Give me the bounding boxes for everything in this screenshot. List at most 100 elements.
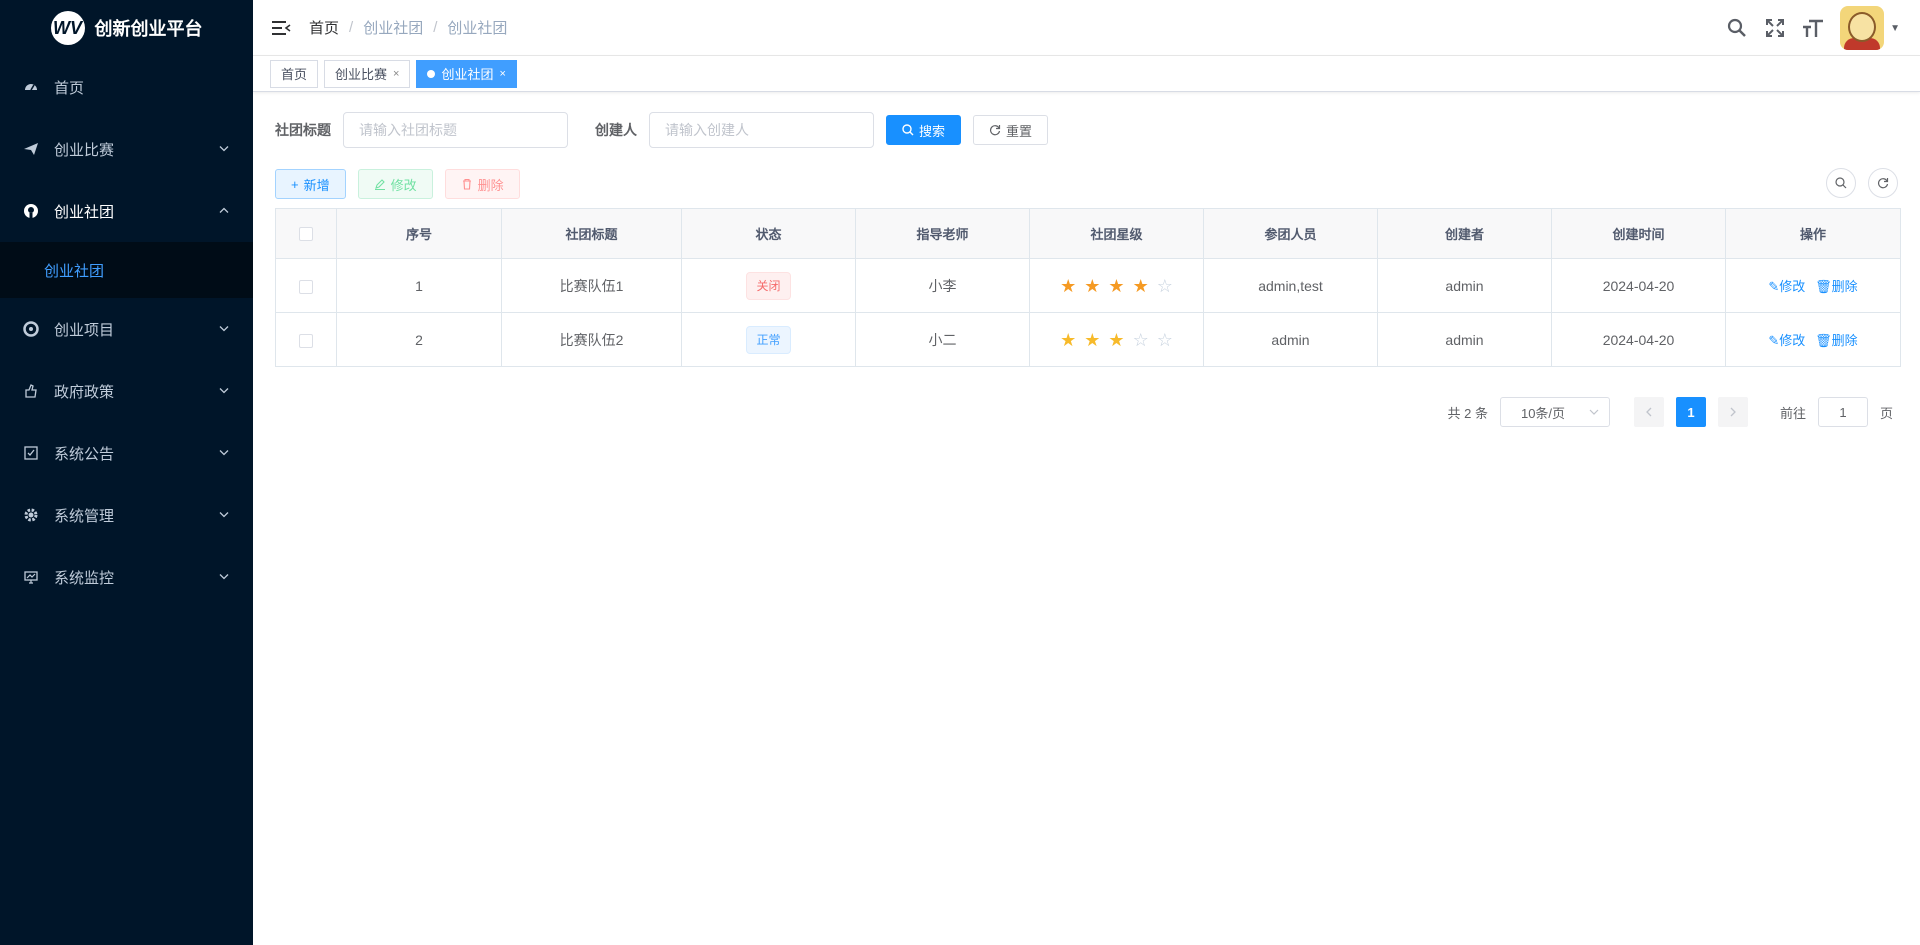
chevron-down-icon [219,569,229,586]
page-size-select[interactable]: 10条/页 [1499,397,1610,427]
sidebar-subitem-club[interactable]: 创业社团 [0,242,253,298]
title-input[interactable] [343,112,568,148]
prev-page-button[interactable] [1633,397,1664,427]
tag-competition[interactable]: 创业比赛 × [324,59,411,88]
star-icon[interactable]: ★ [1108,331,1124,349]
add-button[interactable]: + 新增 [275,169,346,199]
search-icon[interactable] [1726,17,1748,39]
select-all-checkbox[interactable] [299,227,313,242]
goto-page-input[interactable] [1817,397,1868,427]
table-row: 2 比赛队伍2 正常 小二 ★ ★ ★ ☆ ☆ admin admin 2024… [275,312,1901,367]
row-delete-link[interactable]: 🗑删除 [1815,279,1858,294]
star-icon[interactable]: ★ [1060,277,1076,295]
star-icon[interactable]: ☆ [1157,331,1173,349]
column-header: 状态 [681,208,856,259]
next-page-button[interactable] [1717,397,1748,427]
star-icon[interactable]: ★ [1108,277,1124,295]
sidebar-item-label: 政府政策 [54,383,115,401]
column-header: 社团标题 [501,208,682,259]
pagination-total: 共 2 条 [1447,405,1488,421]
star-icon[interactable]: ☆ [1133,331,1149,349]
tag-club[interactable]: 创业社团 × [416,59,517,88]
breadcrumb-item: 创业社团 [363,20,424,37]
chevron-left-icon [1646,407,1652,417]
caret-down-icon[interactable]: ▼ [1890,23,1900,34]
page-size-value: 10条/页 [1520,405,1566,421]
search-form: 社团标题 创建人 搜索 重置 [275,112,1898,148]
chevron-right-icon [1730,407,1736,417]
edit-button[interactable]: 修改 [357,169,433,199]
refresh-button[interactable] [1868,168,1898,198]
cell-teacher: 小李 [855,258,1030,313]
sidebar-subitem-label: 创业社团 [44,262,105,280]
column-header: 指导老师 [855,208,1030,259]
star-icon[interactable]: ★ [1084,331,1100,349]
breadcrumb-item[interactable]: 首页 [309,17,339,38]
cell-status: 关闭 [681,258,856,313]
row-checkbox[interactable] [299,279,313,294]
column-header: 创建者 [1377,208,1552,259]
hamburger-icon[interactable] [253,0,309,56]
creator-input[interactable] [649,112,874,148]
creator-label: 创建人 [595,122,637,138]
row-delete-link[interactable]: 🗑删除 [1815,333,1858,348]
sidebar-item-home[interactable]: 首页 [0,56,253,118]
chevron-down-icon [1589,409,1599,415]
tag-label: 创业社团 [441,67,494,82]
font-size-icon[interactable] [1802,17,1824,39]
close-icon[interactable]: × [393,68,399,80]
row-checkbox[interactable] [299,333,313,348]
delete-button[interactable]: 删除 [444,169,520,199]
logo-icon: WV [50,11,85,45]
column-header: 参团人员 [1203,208,1378,259]
status-badge: 正常 [746,325,791,354]
reset-button-label: 重置 [1006,123,1033,139]
close-icon[interactable]: × [499,68,505,80]
star-rating[interactable]: ★ ★ ★ ☆ ☆ [1060,331,1173,349]
toggle-search-button[interactable] [1826,168,1856,198]
avatar[interactable] [1840,6,1885,50]
fullscreen-icon[interactable] [1764,17,1786,39]
sidebar-item-label: 创业社团 [54,203,115,221]
sidebar-item-system[interactable]: 系统管理 [0,484,253,546]
star-rating[interactable]: ★ ★ ★ ★ ☆ [1060,277,1173,295]
logo[interactable]: WV 创新创业平台 [0,0,253,56]
chevron-down-icon [219,383,229,400]
cell-status: 正常 [681,312,856,367]
search-button[interactable]: 搜索 [886,115,962,145]
cell-title: 比赛队伍2 [501,312,682,367]
page-number[interactable]: 1 [1675,397,1706,427]
cell-creator: admin [1377,312,1552,367]
row-edit-link[interactable]: ✎修改 [1768,333,1805,348]
column-header: 社团星级 [1029,208,1204,259]
sidebar-item-notice[interactable]: 系统公告 [0,422,253,484]
sidebar-item-label: 创业比赛 [54,141,115,159]
cell-no: 2 [336,312,502,367]
cell-creator: admin [1377,258,1552,313]
sidebar-item-label: 系统管理 [54,507,115,525]
star-icon[interactable]: ★ [1084,277,1100,295]
refresh-icon [1877,178,1889,189]
breadcrumb-separator: / [433,19,438,36]
table-tools [1826,168,1898,198]
cell-title: 比赛队伍1 [501,258,682,313]
sidebar-item-project[interactable]: 创业项目 [0,298,253,360]
sidebar-item-monitor[interactable]: 系统监控 [0,546,253,608]
row-edit-link[interactable]: ✎修改 [1768,279,1805,294]
right-menu: ▼ [1726,0,1900,56]
star-icon[interactable]: ★ [1060,331,1076,349]
star-icon[interactable]: ☆ [1157,277,1173,295]
tag-home[interactable]: 首页 [270,59,319,88]
cell-stars: ★ ★ ★ ☆ ☆ [1029,312,1204,367]
edit-button-label: 修改 [390,177,417,193]
star-icon[interactable]: ★ [1133,277,1149,295]
navbar: 首页 / 创业社团 / 创业社团 ▼ [253,0,1920,56]
reset-button[interactable]: 重置 [973,115,1049,145]
search-button-label: 搜索 [919,123,946,139]
column-header: 创建时间 [1551,208,1726,259]
sidebar-item-club[interactable]: 创业社团 [0,180,253,242]
chevron-down-icon [219,141,229,158]
sidebar-item-policy[interactable]: 政府政策 [0,360,253,422]
main-area: 首页 / 创业社团 / 创业社团 ▼ 首页 创业比赛 × 创业社团 × 社团标题… [253,0,1920,945]
sidebar-item-competition[interactable]: 创业比赛 [0,118,253,180]
